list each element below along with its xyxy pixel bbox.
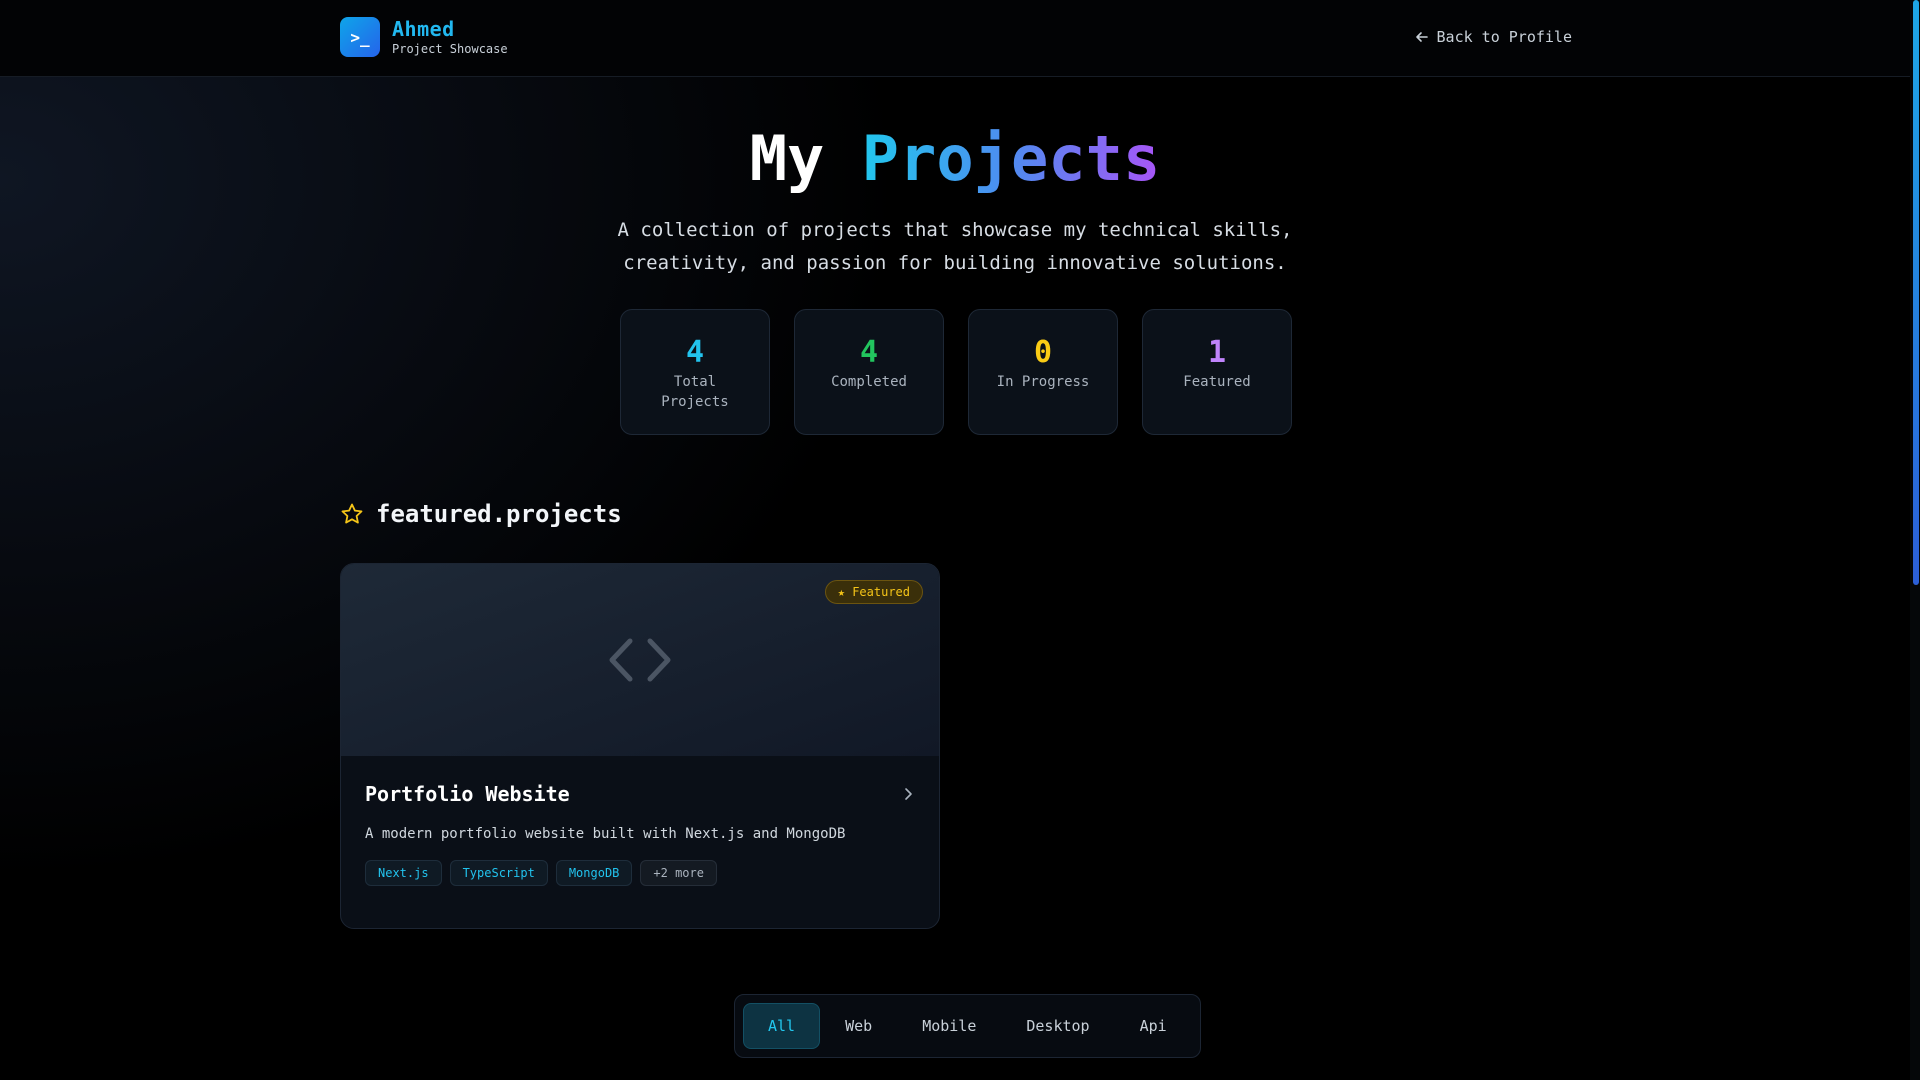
star-icon — [341, 503, 363, 524]
stat-value: 0 — [1033, 335, 1053, 370]
project-card-title: Portfolio Website — [365, 782, 570, 806]
stat-in-progress: 0 In Progress — [968, 309, 1118, 435]
brand-subtitle: Project Showcase — [392, 42, 508, 56]
stat-total-projects: 4 Total Projects — [620, 309, 770, 435]
page: >_ Ahmed Project Showcase Back to Profil… — [0, 0, 1920, 1080]
filter-api[interactable]: Api — [1115, 1003, 1192, 1049]
brand-name: Ahmed — [392, 17, 455, 41]
category-filter-bar: All Web Mobile Desktop Api — [734, 994, 1201, 1058]
scrollbar-thumb[interactable] — [1913, 0, 1919, 585]
tag-mongodb: MongoDB — [555, 860, 633, 886]
back-to-profile-label: Back to Profile — [1436, 28, 1572, 46]
project-card-description: A modern portfolio website built with Ne… — [365, 826, 846, 842]
brand[interactable]: >_ Ahmed Project Showcase — [340, 17, 508, 57]
stat-value: 4 — [685, 335, 705, 370]
filter-desktop[interactable]: Desktop — [1001, 1003, 1114, 1049]
filter-web[interactable]: Web — [820, 1003, 897, 1049]
featured-section-label: featured.projects — [376, 500, 622, 528]
page-title-plain: My — [749, 122, 825, 195]
stat-label: In Progress — [996, 374, 1090, 390]
featured-badge: ★ Featured — [824, 580, 923, 604]
page-title: My Projects — [0, 122, 1910, 196]
tag-nextjs: Next.js — [365, 860, 442, 886]
project-card-body: Portfolio Website A modern portfolio web… — [341, 756, 939, 912]
stat-label: Total Projects — [661, 374, 729, 410]
chevron-right-icon[interactable] — [901, 787, 915, 801]
stat-label: Completed — [831, 374, 907, 390]
stat-value: 4 — [859, 335, 879, 370]
code-icon — [609, 638, 671, 682]
terminal-icon: >_ — [340, 17, 380, 57]
stat-completed: 4 Completed — [794, 309, 944, 435]
tag-typescript: TypeScript — [449, 860, 548, 886]
featured-section-title: featured.projects — [340, 500, 622, 528]
page-title-accent: Projects — [861, 122, 1161, 195]
stat-value: 1 — [1207, 335, 1227, 370]
stat-featured: 1 Featured — [1142, 309, 1292, 435]
arrow-left-icon — [1415, 32, 1428, 42]
project-card-media: ★ Featured — [341, 564, 939, 756]
stat-label: Featured — [1183, 374, 1251, 390]
filter-mobile[interactable]: Mobile — [897, 1003, 1001, 1049]
site-header: >_ Ahmed Project Showcase Back to Profil… — [0, 0, 1910, 77]
brand-text: Ahmed Project Showcase — [392, 17, 508, 57]
scrollbar[interactable] — [1910, 0, 1920, 1080]
project-card-header: Portfolio Website — [365, 782, 915, 806]
project-card-portfolio-website[interactable]: ★ Featured Portfolio Website A modern po… — [340, 563, 940, 929]
filter-all[interactable]: All — [743, 1003, 821, 1049]
page-description: A collection of projects that showcase m… — [617, 219, 1293, 274]
back-to-profile-link[interactable]: Back to Profile — [1415, 28, 1572, 46]
tag-more: +2 more — [640, 860, 717, 886]
stats-row: 4 Total Projects 4 Completed 0 In Progre… — [620, 309, 1292, 435]
project-card-tags: Next.js TypeScript MongoDB +2 more — [365, 860, 915, 886]
